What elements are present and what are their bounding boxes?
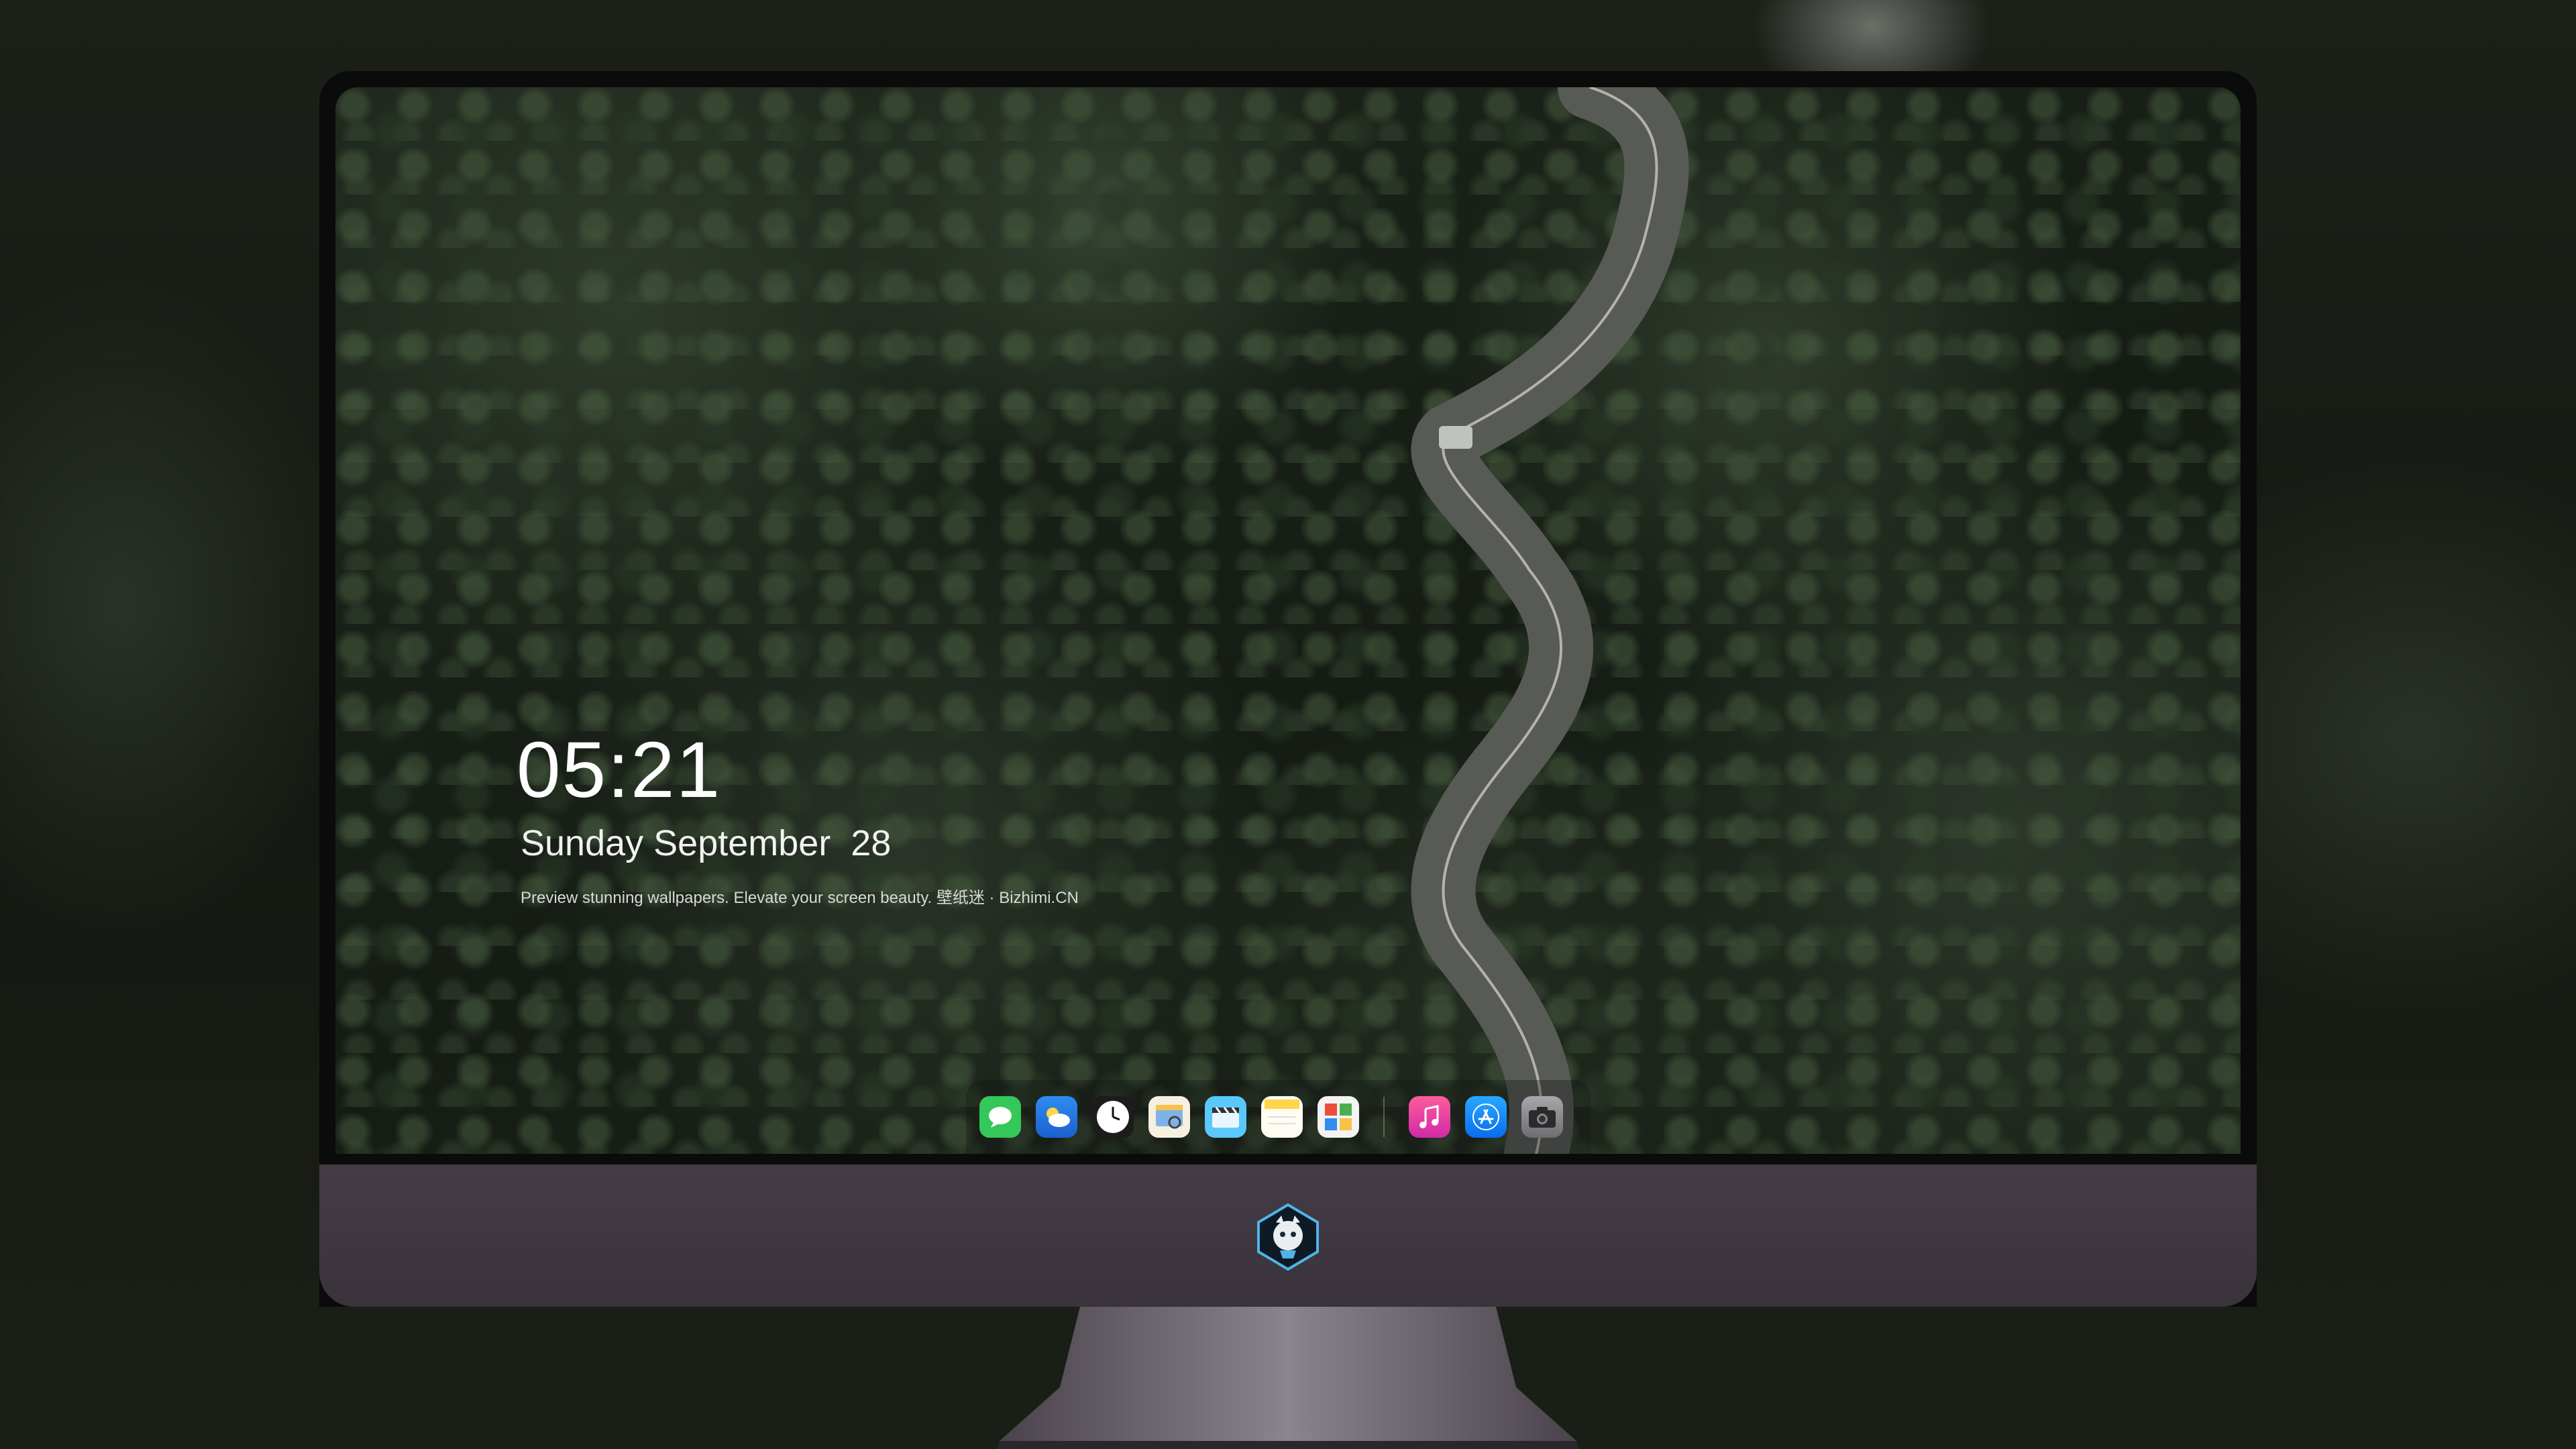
clips-icon[interactable] [1205,1096,1246,1138]
lockscreen-tagline: Preview stunning wallpapers. Elevate you… [521,889,1079,907]
lockscreen-time: 05:21 [517,726,722,814]
lockscreen-date: Sunday September 28 [521,823,892,863]
winding-road [1411,87,1689,1154]
dock [966,1080,1591,1154]
preview-icon[interactable] [1148,1096,1190,1138]
app-store-icon[interactable] [1465,1096,1507,1138]
photos-icon[interactable] [1318,1096,1359,1138]
mascot-logo-icon [1257,1203,1319,1271]
car [1439,426,1472,449]
desktop-screen [335,87,2241,1154]
notes-icon[interactable] [1261,1096,1303,1138]
clock-icon[interactable] [1092,1096,1134,1138]
weather-icon[interactable] [1036,1096,1077,1138]
monitor-stand [997,1307,1579,1449]
camera-icon[interactable] [1521,1096,1563,1138]
messages-icon[interactable] [979,1096,1021,1138]
music-icon[interactable] [1409,1096,1450,1138]
dock-divider [1383,1097,1385,1137]
